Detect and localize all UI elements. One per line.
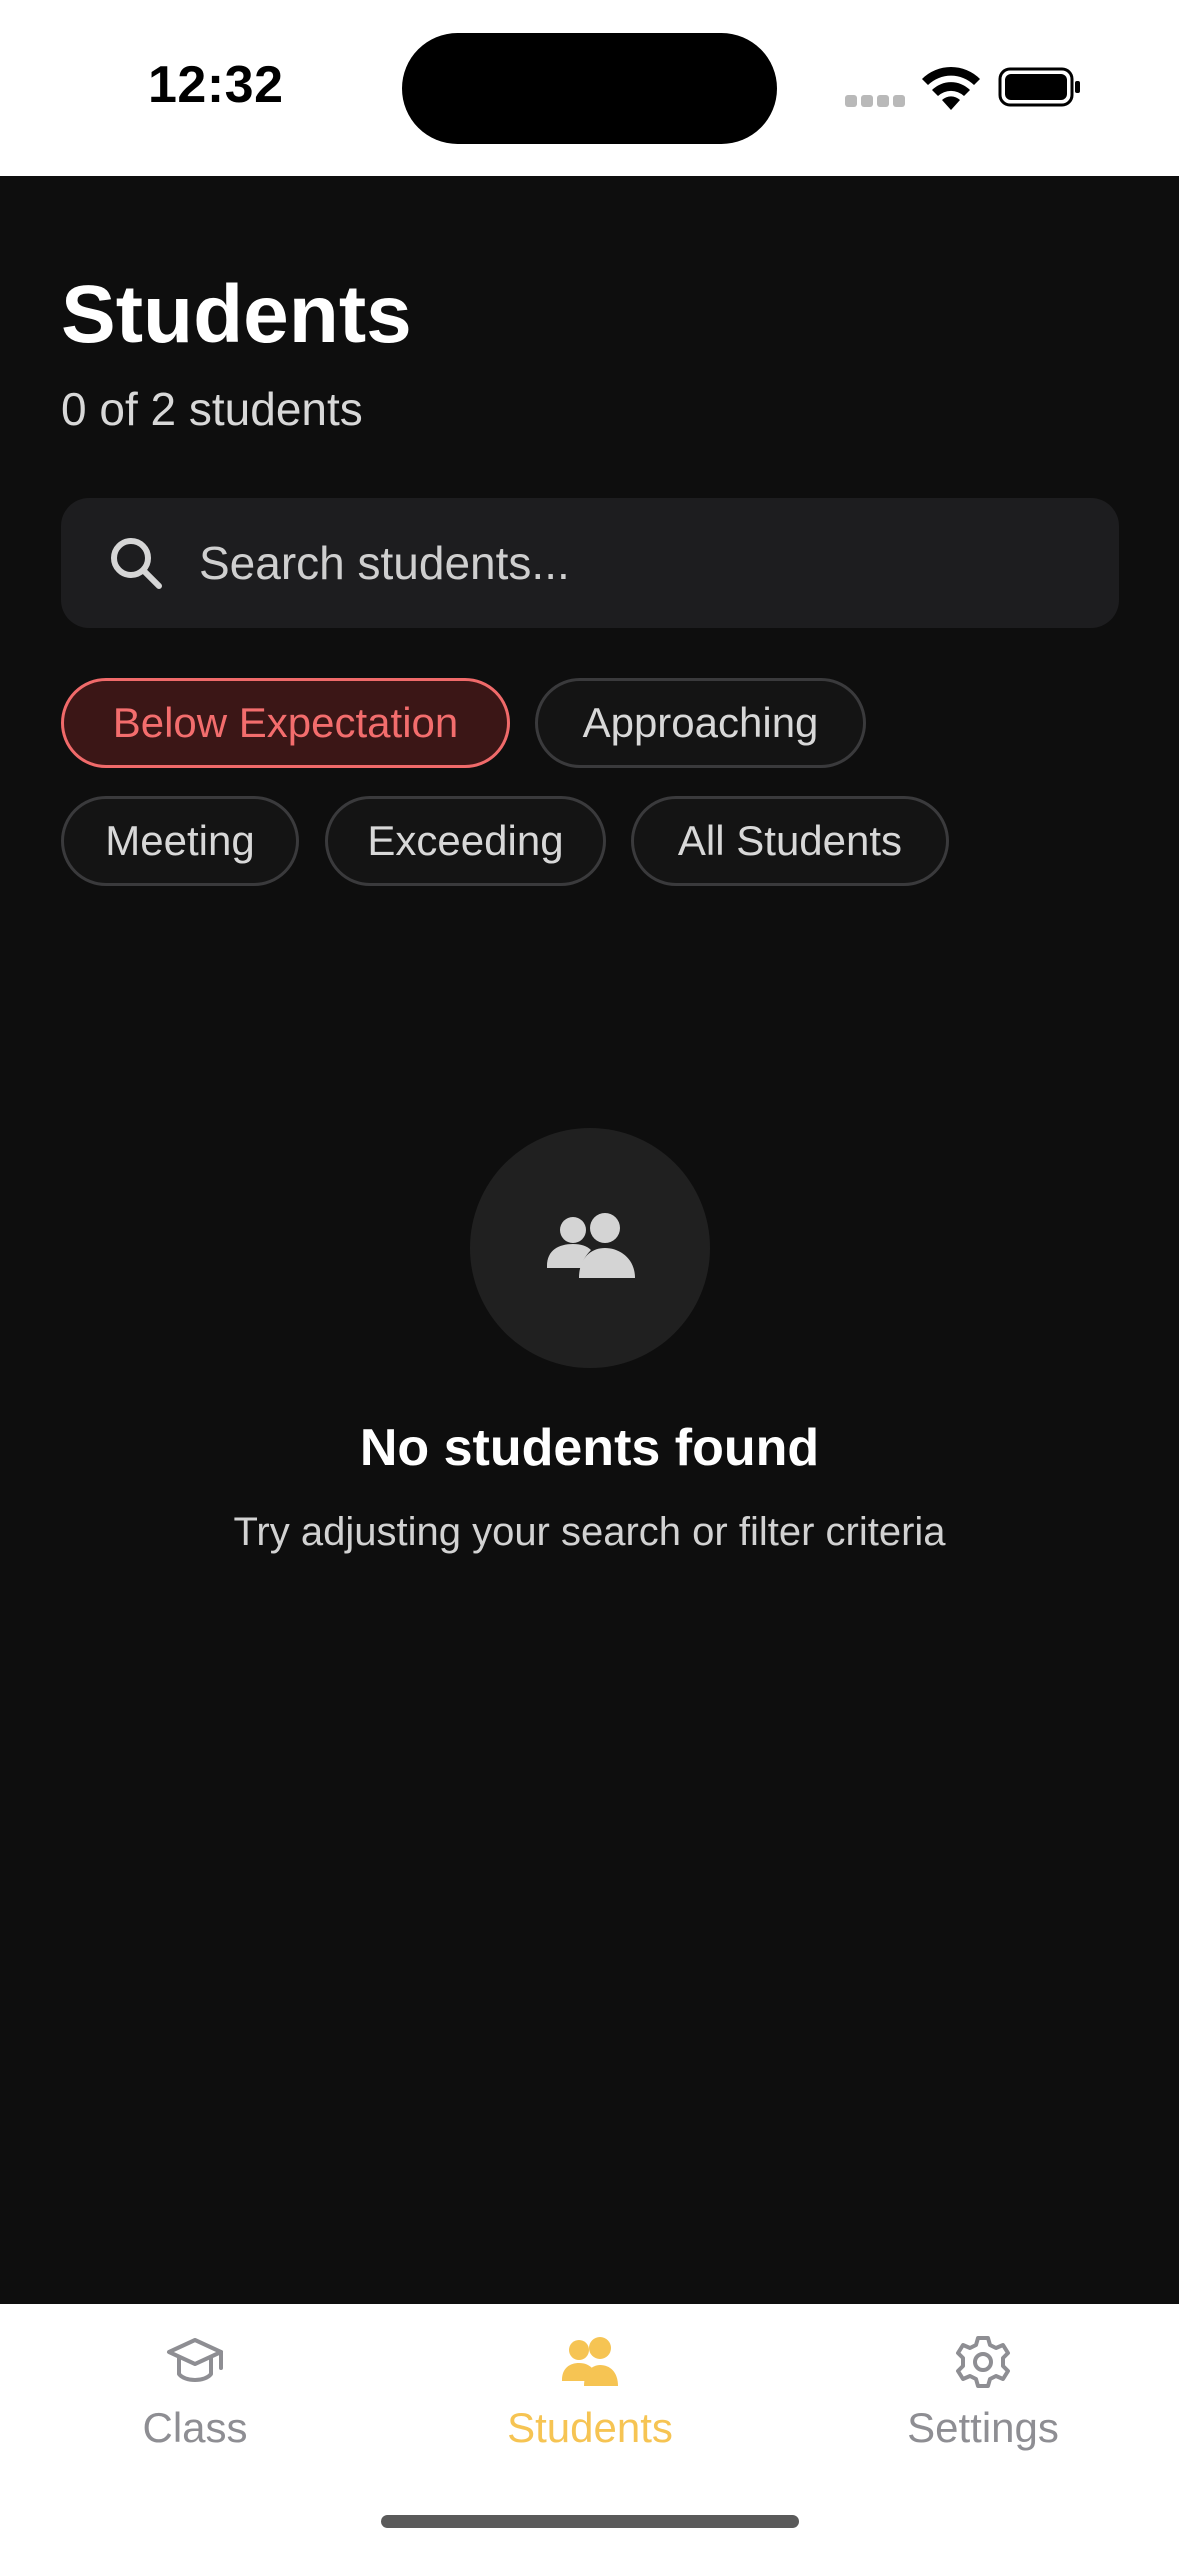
empty-state-title: No students found bbox=[359, 1419, 820, 1477]
tab-students-label: Students bbox=[507, 2404, 673, 2451]
graduation-cap-icon bbox=[167, 2338, 223, 2382]
status-time: 12:32 bbox=[148, 56, 284, 114]
gear-icon bbox=[956, 2336, 1010, 2388]
people-icon bbox=[547, 1213, 635, 1278]
home-indicator[interactable] bbox=[381, 2515, 799, 2528]
tab-class[interactable]: Class bbox=[45, 2334, 345, 2474]
filter-below-expectation[interactable]: Below Expectation bbox=[61, 678, 510, 768]
search-bar[interactable] bbox=[61, 498, 1119, 628]
empty-state-description: Try adjusting your search or filter crit… bbox=[233, 1510, 946, 1554]
search-icon bbox=[111, 538, 162, 589]
filter-meeting[interactable]: Meeting bbox=[61, 796, 299, 886]
status-bar: 12:32 bbox=[0, 0, 1179, 176]
search-input[interactable] bbox=[199, 498, 1079, 628]
page-title: Students bbox=[61, 269, 412, 360]
filter-exceeding[interactable]: Exceeding bbox=[325, 796, 606, 886]
tab-settings-label: Settings bbox=[907, 2404, 1059, 2451]
people-icon bbox=[562, 2337, 618, 2386]
student-count: 0 of 2 students bbox=[61, 383, 363, 435]
empty-state-icon-circle bbox=[470, 1128, 710, 1368]
wifi-icon bbox=[922, 66, 980, 110]
dynamic-island bbox=[402, 33, 777, 144]
tab-class-label: Class bbox=[142, 2404, 248, 2451]
tab-settings[interactable]: Settings bbox=[833, 2334, 1133, 2474]
tab-students[interactable]: Students bbox=[440, 2334, 740, 2474]
filter-approaching[interactable]: Approaching bbox=[535, 678, 866, 768]
cellular-signal-icon bbox=[845, 95, 905, 107]
filter-all-students[interactable]: All Students bbox=[631, 796, 949, 886]
students-screen: Students 0 of 2 students Below Expectati… bbox=[0, 176, 1179, 2304]
battery-icon bbox=[998, 67, 1080, 107]
